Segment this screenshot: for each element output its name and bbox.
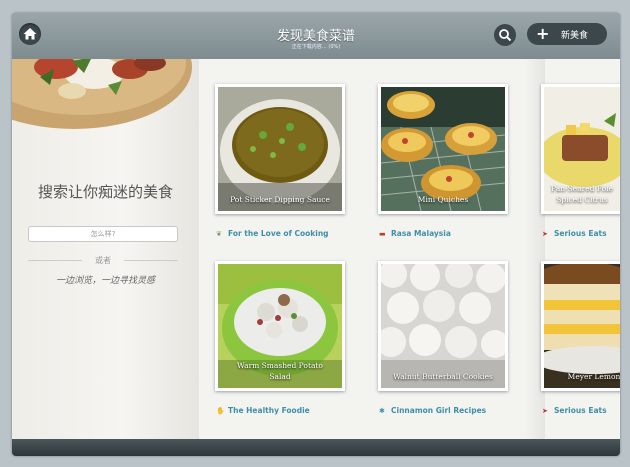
search-button[interactable] (494, 24, 516, 46)
recipe-title: Mini Quiches (417, 195, 469, 204)
plus-icon: + (536, 24, 550, 43)
bottom-toolbar (12, 439, 620, 456)
recipe-photo: Warm Smashed Potato Salad (218, 264, 342, 388)
recipe-source-link[interactable]: ✱ Cinnamon Girl Recipes (379, 406, 486, 415)
divider-line (124, 260, 178, 261)
recipe-photo: Pan-Seared Foie Spiced Citrus (544, 87, 620, 211)
recipe-card[interactable]: Warm Smashed Potato Salad (215, 261, 345, 391)
recipe-title: Warm Smashed Potato Salad (237, 361, 323, 381)
leaf-icon: ❦ (216, 230, 222, 238)
recipe-card[interactable]: Pan-Seared Foie Spiced Citrus (541, 84, 620, 214)
recipe-photo: Mini Quiches (381, 87, 505, 211)
recipe-card[interactable]: Mini Quiches (378, 84, 508, 214)
recipe-source-link[interactable]: ✋ The Healthy Foodie (216, 406, 310, 415)
search-sidebar: 搜索让你痴迷的美食 怎么样? 或者 一边浏览，一边寻找灵感 (12, 59, 199, 439)
search-heading: 搜索让你痴迷的美食 (37, 183, 173, 201)
recipe-source-link[interactable]: ➤ Serious Eats (542, 406, 607, 415)
recipe-source: Rasa Malaysia (391, 229, 451, 238)
search-icon (499, 29, 512, 42)
recipe-title: Pan-Seared Foie Spiced Citrus (551, 184, 613, 204)
flag-icon: ▬ (379, 230, 386, 238)
browse-tagline: 一边浏览，一边寻找灵感 (55, 276, 155, 286)
recipe-title: Walnut Butterball Cookies (393, 372, 493, 381)
download-status: 正在下载内容… (0%) (291, 44, 341, 50)
chili-icon: ➤ (542, 230, 548, 238)
recipe-source: Serious Eats (554, 406, 607, 415)
recipe-card[interactable]: Pot Sticker Dipping Sauce (215, 84, 345, 214)
chili-icon: ➤ (542, 407, 548, 415)
recipe-title: Pot Sticker Dipping Sauce (230, 195, 330, 204)
recipe-photo: Pot Sticker Dipping Sauce (218, 87, 342, 211)
recipe-source-link[interactable]: ▬ Rasa Malaysia (379, 229, 451, 238)
recipe-card[interactable]: Meyer Lemon (541, 261, 620, 391)
top-bar: 发现美食菜谱 正在下载内容… (0%) + 新美食 (12, 13, 620, 59)
recipe-grid: Pot Sticker Dipping Sauce ❦ For the Love … (199, 59, 620, 439)
recipe-source: Cinnamon Girl Recipes (391, 406, 487, 415)
app-window: 发现美食菜谱 正在下载内容… (0%) + 新美食 搜索让你痴迷的美食 怎么样?… (12, 13, 620, 456)
snowflake-icon: ✱ (379, 407, 385, 415)
hand-icon: ✋ (216, 407, 225, 415)
or-divider: 或者 (28, 255, 178, 265)
new-recipe-label: 新美食 (561, 31, 589, 41)
recipe-source: For the Love of Cooking (228, 229, 329, 238)
recipe-source-link[interactable]: ❦ For the Love of Cooking (216, 229, 329, 238)
search-input[interactable]: 怎么样? (28, 226, 178, 242)
recipe-photo: Meyer Lemon (544, 264, 620, 388)
recipe-source: The Healthy Foodie (228, 406, 310, 415)
recipe-card[interactable]: Walnut Butterball Cookies (378, 261, 508, 391)
new-recipe-button[interactable]: + 新美食 (527, 23, 607, 45)
recipe-title: Meyer Lemon (567, 372, 620, 381)
recipe-photo: Walnut Butterball Cookies (381, 264, 505, 388)
pizza-image (12, 59, 192, 129)
recipe-source: Serious Eats (554, 229, 607, 238)
recipe-source-link[interactable]: ➤ Serious Eats (542, 229, 607, 238)
